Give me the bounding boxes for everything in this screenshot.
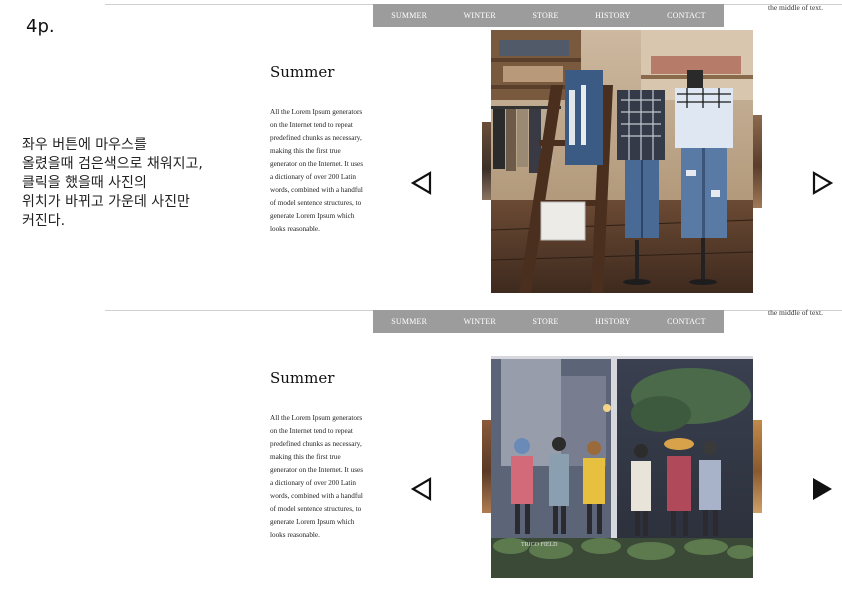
interaction-note: 좌우 버튼에 마우스를 올렸을때 검은색으로 채워지고, 클릭을 했을때 사진의… <box>22 137 203 229</box>
nav-contact[interactable]: CONTACT <box>667 11 706 20</box>
section-body-2: All the Lorem Ipsum generators on the In… <box>270 414 364 539</box>
nav-bar-2: SUMMER WINTER STORE HISTORY CONTACT <box>373 310 724 333</box>
next-arrow-button-1[interactable] <box>810 171 834 195</box>
nav-summer[interactable]: SUMMER <box>391 11 427 20</box>
nav-store[interactable]: STORE <box>532 11 558 20</box>
prev-arrow-button-2[interactable] <box>410 477 434 501</box>
nav-winter[interactable]: WINTER <box>464 11 496 20</box>
next-arrow-button-2-hover[interactable] <box>810 477 834 501</box>
page-label: 4p. <box>26 16 55 37</box>
triangle-left-outline-icon <box>410 477 432 501</box>
triangle-right-outline-icon <box>812 171 834 195</box>
triangle-right-filled-icon <box>813 478 832 500</box>
section-title-2: Summer <box>270 369 335 387</box>
store-name-caption: TRICO FIELD <box>521 542 558 548</box>
prev-arrow-button-1[interactable] <box>410 171 434 195</box>
corner-text-2: the middle of text. <box>768 308 823 317</box>
nav-history[interactable]: HISTORY <box>595 317 630 326</box>
corner-text-1: the middle of text. <box>768 3 823 12</box>
clothing-store-photo <box>491 30 753 293</box>
next-slide-peek-2 <box>752 420 762 513</box>
nav-store[interactable]: STORE <box>532 317 558 326</box>
shop-window-photo: TRICO FIELD <box>491 356 753 578</box>
nav-winter[interactable]: WINTER <box>464 317 496 326</box>
next-slide-peek-1 <box>752 115 762 208</box>
nav-history[interactable]: HISTORY <box>595 11 630 20</box>
section-body-1: All the Lorem Ipsum generators on the In… <box>270 108 364 233</box>
nav-contact[interactable]: CONTACT <box>667 317 706 326</box>
nav-summer[interactable]: SUMMER <box>391 317 427 326</box>
nav-bar-1: SUMMER WINTER STORE HISTORY CONTACT <box>373 4 724 27</box>
triangle-left-outline-icon <box>410 171 432 195</box>
section-title-1: Summer <box>270 63 335 81</box>
